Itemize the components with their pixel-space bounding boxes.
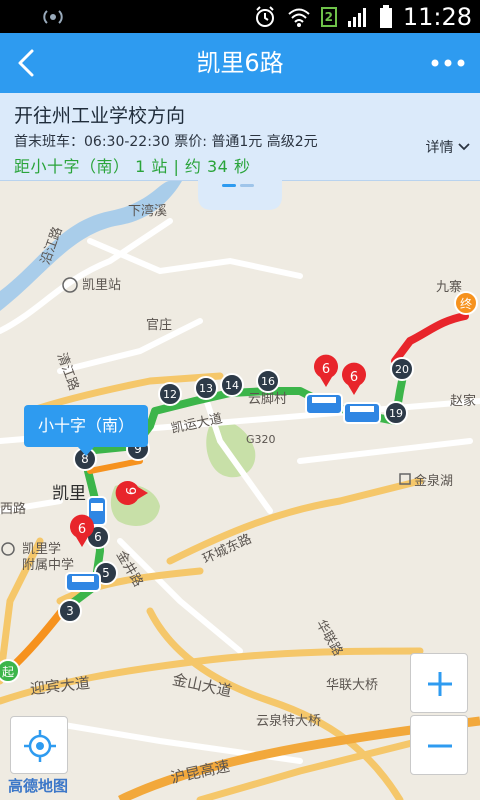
svg-text:13: 13 [199,382,213,395]
label-yunchuncun: 云脚村 [248,391,287,407]
route-direction: 开往州工业学校方向 [14,105,186,127]
svg-text:19: 19 [389,407,403,420]
svg-text:6: 6 [94,530,102,544]
map-logo: 高德地图 [8,777,69,795]
start-marker: 起 [0,659,20,683]
stop-16[interactable]: 16 [256,369,280,393]
plus-icon [428,672,452,696]
end-marker: 终 [454,291,478,315]
status-bar: 2 11:28 [0,0,480,33]
locate-button[interactable] [10,716,68,774]
map-canvas[interactable]: 下湾溪 沿江路 凯里站 九寨 官庄 清江路 凯运大道 云脚村 赵家 G320 金… [0,181,480,800]
svg-text:6: 6 [350,370,358,385]
wifi-icon [288,8,310,27]
wifi-signal-icon [43,10,63,24]
stop-12[interactable]: 12 [158,382,182,406]
label-kaili: 凯里 [52,484,86,504]
label-yunquantedaqiao: 云泉特大桥 [256,713,321,729]
bus-icon[interactable] [65,572,101,592]
detail-button[interactable]: 详情 [426,137,470,157]
label-kailixue: 凯里学 [22,541,61,557]
label-kailizhan: 凯里站 [82,278,121,293]
zoom-out-button[interactable] [410,715,468,775]
clock: 11:28 [402,2,472,31]
bus-icon[interactable] [343,402,381,424]
signal-icon [347,7,366,27]
app-header: 凯里6路 [0,33,480,93]
svg-text:12: 12 [163,388,177,401]
label-guanzhuang: 官庄 [146,317,172,333]
svg-text:20: 20 [395,363,409,376]
svg-text:6: 6 [322,362,330,377]
label-xilu: 西路 [0,501,26,517]
label-jinquanhu: 金泉湖 [414,473,453,489]
callout-pointer [78,447,94,456]
label-xiawanxi: 下湾溪 [128,203,167,219]
zoom-in-button[interactable] [410,653,468,713]
alarm-icon [255,5,274,27]
label-hualiandaqiao: 华联大桥 [326,678,378,693]
page-title: 凯里6路 [196,49,284,77]
label-jiujianfang: 九寨 [436,279,462,295]
stop-20[interactable]: 20 [390,357,414,381]
svg-text:起: 起 [2,665,14,679]
route-info-panel: 开往州工业学校方向 首末班车：06:30-22:30 票价: 普通1元 高级2元… [0,93,480,181]
svg-text:6: 6 [125,487,140,495]
schedule-and-fare: 首末班车：06:30-22:30 票价: 普通1元 高级2元 [14,134,318,150]
sim-indicator: 2 [320,6,337,27]
panel-handle[interactable] [198,180,282,212]
more-icon[interactable] [426,45,470,81]
minus-icon [428,744,452,748]
svg-text:14: 14 [225,379,239,392]
chevron-down-icon [458,143,470,151]
stop-callout[interactable]: 小十字（南） [24,405,148,447]
label-fushuzhong: 附属中学 [22,557,74,573]
svg-text:5: 5 [102,566,110,580]
label-zhaojia: 赵家 [450,393,476,409]
stop-14[interactable]: 14 [220,373,244,397]
locate-icon [24,730,56,762]
stop-19[interactable]: 19 [384,401,408,425]
svg-text:3: 3 [66,604,74,618]
bus-icon[interactable] [305,393,343,415]
svg-text:6: 6 [78,522,86,537]
battery-icon [379,4,392,28]
svg-text:终: 终 [460,296,472,311]
stop-13[interactable]: 13 [194,376,218,400]
detail-label: 详情 [425,140,454,156]
arrival-distance: 距小十字（南） 1 站 | 约 34 秒 [14,157,251,176]
label-g320: G320 [246,433,276,446]
route-map[interactable]: 下湾溪 沿江路 凯里站 九寨 官庄 清江路 凯运大道 云脚村 赵家 G320 金… [0,181,480,800]
svg-text:16: 16 [261,375,275,388]
stop-3[interactable]: 3 [58,599,82,623]
